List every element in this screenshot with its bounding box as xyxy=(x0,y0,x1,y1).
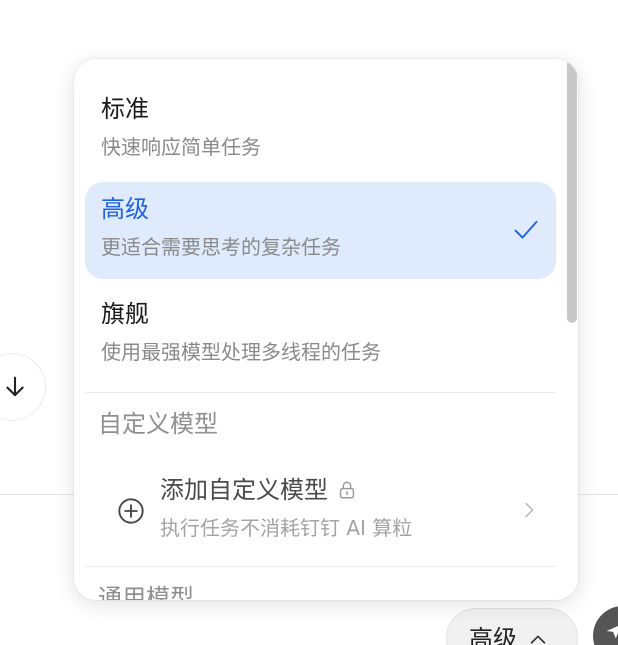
add-custom-model-title: 添加自定义模型 xyxy=(160,476,328,504)
chat-page: 高级 标准 快速响应简单任务 高级 更适合需要思考的复杂任务 旗舰 使用最强模型… xyxy=(0,0,618,645)
model-option-description: 使用最强模型处理多线程的任务 xyxy=(101,340,381,364)
custom-models-heading: 自定义模型 xyxy=(98,410,218,438)
model-option-flagship[interactable]: 旗舰 使用最强模型处理多线程的任务 xyxy=(85,287,556,384)
dropdown-scrollbar[interactable] xyxy=(567,59,577,323)
chevron-right-icon xyxy=(525,502,534,518)
model-option-title: 旗舰 xyxy=(101,300,149,328)
plus-circle-icon xyxy=(118,498,144,524)
model-select-label: 高级 xyxy=(469,625,517,645)
model-option-description: 更适合需要思考的复杂任务 xyxy=(101,235,341,259)
lock-icon xyxy=(339,481,355,499)
section-divider xyxy=(85,392,556,393)
arrow-down-icon xyxy=(6,376,24,397)
model-select-button[interactable]: 高级 xyxy=(446,608,578,645)
model-dropdown: 标准 快速响应简单任务 高级 更适合需要思考的复杂任务 旗舰 使用最强模型处理多… xyxy=(74,59,578,600)
send-icon xyxy=(606,626,618,639)
general-models-heading: 通用模型 xyxy=(98,584,194,600)
add-custom-model-item[interactable]: 添加自定义模型 执行任务不消耗钉钉 AI 算粒 xyxy=(85,459,556,563)
add-custom-model-description: 执行任务不消耗钉钉 AI 算粒 xyxy=(160,516,413,540)
model-option-standard[interactable]: 标准 快速响应简单任务 xyxy=(85,82,556,179)
check-icon xyxy=(514,220,538,239)
section-divider xyxy=(85,566,556,567)
model-option-title: 高级 xyxy=(101,195,149,223)
add-custom-model-title-row: 添加自定义模型 xyxy=(160,473,358,507)
model-option-description: 快速响应简单任务 xyxy=(101,135,261,159)
model-option-title: 标准 xyxy=(101,95,149,123)
send-button[interactable] xyxy=(593,606,618,645)
chevron-up-icon xyxy=(530,635,546,644)
scroll-to-bottom-button[interactable] xyxy=(0,353,46,421)
model-option-advanced[interactable]: 高级 更适合需要思考的复杂任务 xyxy=(85,182,556,279)
